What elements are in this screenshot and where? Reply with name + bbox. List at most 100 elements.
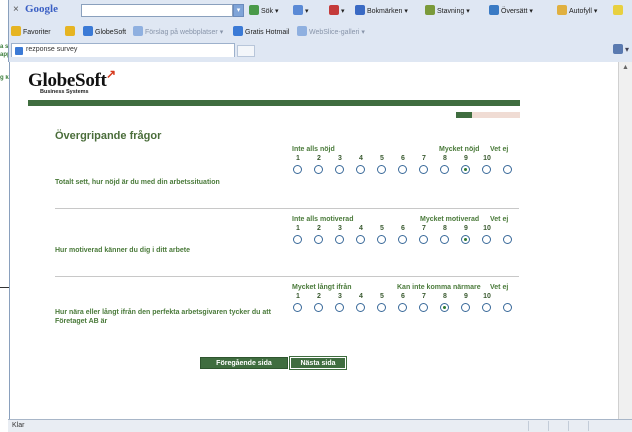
scale-number: 4 bbox=[359, 293, 363, 300]
status-bar: Klar bbox=[8, 419, 632, 432]
previous-page-button[interactable]: Föregående sida bbox=[200, 357, 288, 369]
scale-low-label: Inte alls motiverad bbox=[292, 216, 354, 223]
spelling-button[interactable]: Stavning ▾ bbox=[425, 5, 470, 15]
translate-button[interactable]: Översätt ▾ bbox=[489, 5, 533, 15]
translate-icon bbox=[489, 5, 499, 15]
rating-radio-8[interactable] bbox=[440, 165, 449, 174]
scale-number: 10 bbox=[483, 293, 491, 300]
scale-na-label: Vet ej bbox=[490, 216, 509, 223]
rating-radio-1[interactable] bbox=[293, 235, 302, 244]
ie-icon bbox=[233, 26, 243, 36]
rating-radio-na[interactable] bbox=[503, 165, 512, 174]
scale-number: 9 bbox=[464, 155, 468, 162]
scale-number: 5 bbox=[380, 293, 384, 300]
rating-radio-6[interactable] bbox=[398, 235, 407, 244]
rating-radio-8[interactable] bbox=[440, 235, 449, 244]
rating-radio-8[interactable] bbox=[440, 303, 449, 312]
scale-number: 4 bbox=[359, 155, 363, 162]
rating-radio-1[interactable] bbox=[293, 165, 302, 174]
ie-icon bbox=[133, 26, 143, 36]
browser-window: × Google ▾ Sök ▾ ▾ ▾ Bokmärken ▾ Stavnin… bbox=[0, 0, 632, 432]
share-button[interactable]: ▾ bbox=[293, 5, 309, 15]
scale-number: 9 bbox=[464, 225, 468, 232]
scale-number: 7 bbox=[422, 293, 426, 300]
scale-number: 2 bbox=[317, 225, 321, 232]
search-button[interactable]: Sök ▾ bbox=[249, 5, 279, 15]
fav-item-hotmail[interactable]: Gratis Hotmail bbox=[233, 26, 289, 36]
rating-radio-7[interactable] bbox=[419, 303, 428, 312]
fav-item-globesoft[interactable]: GlobeSoft bbox=[83, 26, 126, 36]
scale-number: 4 bbox=[359, 225, 363, 232]
favorites-bar: Favoriter GlobeSoft Förslag på webbplats… bbox=[9, 24, 632, 38]
pencil-button[interactable] bbox=[613, 5, 625, 15]
bookmarks-button[interactable]: Bokmärken ▾ bbox=[355, 5, 408, 15]
rating-radio-na[interactable] bbox=[503, 303, 512, 312]
scale-high-label: Mycket nöjd bbox=[439, 146, 480, 153]
browser-chrome: × Google ▾ Sök ▾ ▾ ▾ Bokmärken ▾ Stavnin… bbox=[8, 0, 632, 62]
rating-radio-9[interactable] bbox=[461, 165, 470, 174]
tab-rezponse-survey[interactable]: rezponse survey bbox=[11, 43, 235, 57]
tab-title: rezponse survey bbox=[26, 46, 78, 53]
google-search-input[interactable] bbox=[81, 4, 233, 17]
rating-radio-2[interactable] bbox=[314, 303, 323, 312]
fav-item-suggested-sites[interactable]: Förslag på webbplatser ▾ bbox=[133, 26, 223, 36]
rating-radio-2[interactable] bbox=[314, 165, 323, 174]
next-page-button[interactable]: Nästa sida bbox=[289, 356, 347, 370]
new-tab-button[interactable] bbox=[237, 45, 255, 57]
scale-number: 5 bbox=[380, 155, 384, 162]
favorites-label: Favoriter bbox=[23, 29, 51, 36]
rating-radio-9[interactable] bbox=[461, 303, 470, 312]
rating-radio-1[interactable] bbox=[293, 303, 302, 312]
scroll-up-icon[interactable]: ▲ bbox=[622, 64, 629, 71]
rating-radio-6[interactable] bbox=[398, 303, 407, 312]
scale-number: 2 bbox=[317, 155, 321, 162]
scale-na-label: Vet ej bbox=[490, 284, 509, 291]
rating-radio-6[interactable] bbox=[398, 165, 407, 174]
star-icon bbox=[355, 5, 365, 15]
rating-radio-5[interactable] bbox=[377, 165, 386, 174]
scale-number: 10 bbox=[483, 225, 491, 232]
vertical-scrollbar[interactable]: ▲ bbox=[618, 62, 632, 419]
home-button[interactable]: ▾ bbox=[612, 44, 629, 54]
rating-radio-10[interactable] bbox=[482, 303, 491, 312]
search-dropdown-button[interactable]: ▾ bbox=[233, 4, 244, 17]
rating-radio-3[interactable] bbox=[335, 303, 344, 312]
status-segment bbox=[588, 421, 604, 431]
header-bar bbox=[28, 100, 520, 106]
favorites-button[interactable]: Favoriter bbox=[11, 26, 51, 36]
page-title: Övergripande frågor bbox=[55, 130, 162, 142]
rating-radio-10[interactable] bbox=[482, 165, 491, 174]
scale-number: 7 bbox=[422, 225, 426, 232]
page-content: GlobeSoft ↗ Business Systems Övergripand… bbox=[9, 62, 618, 419]
fav-item-label: GlobeSoft bbox=[95, 29, 127, 36]
translate-label: Översätt bbox=[501, 8, 528, 15]
rating-radio-7[interactable] bbox=[419, 235, 428, 244]
spelling-label: Stavning bbox=[437, 8, 465, 15]
rating-radio-5[interactable] bbox=[377, 303, 386, 312]
add-favorite-icon bbox=[65, 26, 75, 36]
rating-radio-9[interactable] bbox=[461, 235, 470, 244]
rating-radio-4[interactable] bbox=[356, 303, 365, 312]
rating-radio-2[interactable] bbox=[314, 235, 323, 244]
rating-radio-na[interactable] bbox=[503, 235, 512, 244]
question-text: Totalt sett, hur nöjd är du med din arbe… bbox=[55, 179, 220, 186]
rating-radio-4[interactable] bbox=[356, 235, 365, 244]
add-favorite-button[interactable] bbox=[65, 26, 77, 36]
scale-low-label: Inte alls nöjd bbox=[292, 146, 335, 153]
close-toolbar-icon[interactable]: × bbox=[13, 4, 19, 15]
rating-radio-3[interactable] bbox=[335, 235, 344, 244]
fav-item-label: Förslag på webbplatser bbox=[145, 29, 218, 36]
google-logo: Google bbox=[25, 3, 58, 15]
scale-number: 3 bbox=[338, 155, 342, 162]
rating-radio-5[interactable] bbox=[377, 235, 386, 244]
rating-radio-10[interactable] bbox=[482, 235, 491, 244]
block-button[interactable]: ▾ bbox=[329, 5, 345, 15]
rating-radio-7[interactable] bbox=[419, 165, 428, 174]
autofill-button[interactable]: Autofyll ▾ bbox=[557, 5, 597, 15]
scale-number: 3 bbox=[338, 293, 342, 300]
rating-radio-3[interactable] bbox=[335, 165, 344, 174]
fav-item-webslice[interactable]: WebSlice-galleri ▾ bbox=[297, 26, 365, 36]
scale-number: 6 bbox=[401, 293, 405, 300]
rating-radio-4[interactable] bbox=[356, 165, 365, 174]
status-segment bbox=[568, 421, 584, 431]
